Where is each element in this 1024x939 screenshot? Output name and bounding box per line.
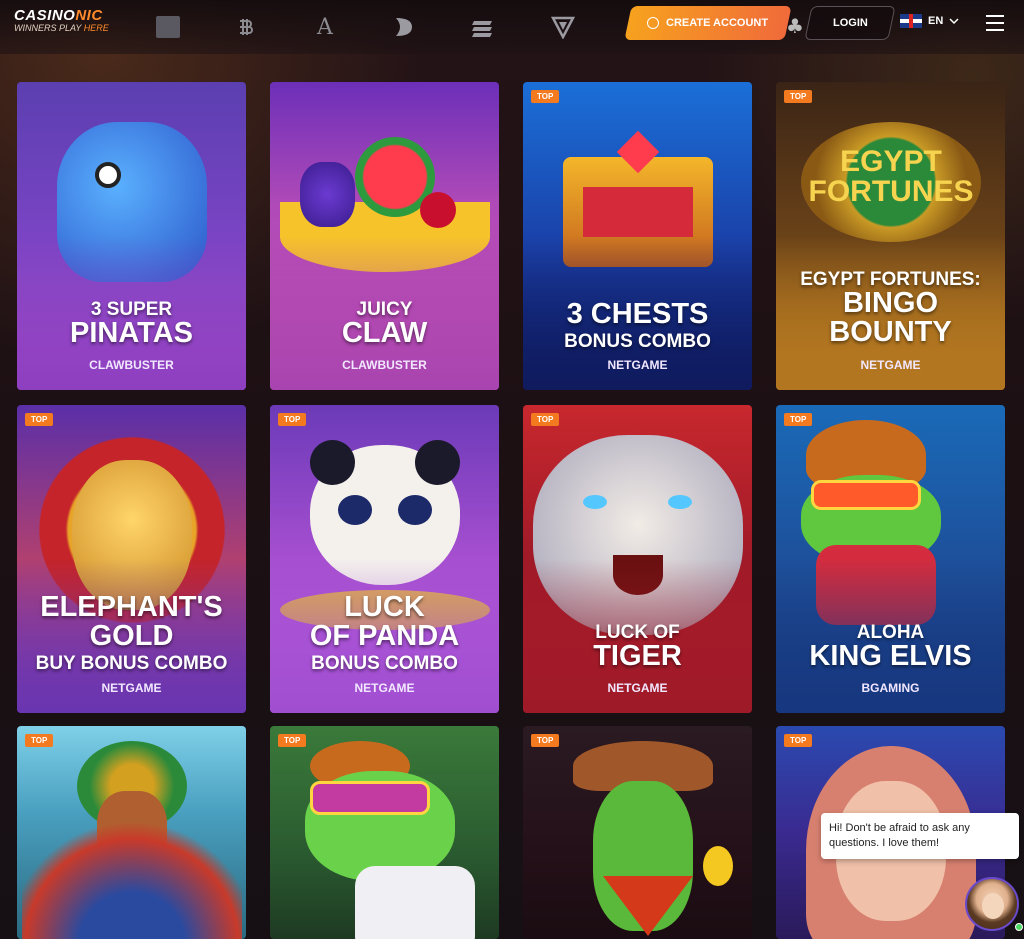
game-card[interactable]: 3 SUPER PINATAS CLAWBUSTER xyxy=(17,82,246,390)
bitcoin-icon[interactable] xyxy=(233,14,259,40)
game-title: EGYPT FORTUNES: BINGO BOUNTY xyxy=(776,270,1005,347)
game-card[interactable]: TOP 3 CHESTS BONUS COMBO NETGAME xyxy=(523,82,752,390)
game-title: ALOHA KING ELVIS xyxy=(776,623,1005,671)
game-title-line1: LUCK xyxy=(344,591,425,623)
game-provider: NETGAME xyxy=(607,681,668,695)
language-selector[interactable]: EN xyxy=(900,14,959,28)
top-badge: TOP xyxy=(531,413,560,426)
game-title-line3: BOUNTY xyxy=(829,316,952,348)
game-title-line3: BUY BONUS COMBO xyxy=(35,653,228,674)
stripes-icon[interactable] xyxy=(470,14,496,40)
top-badge: TOP xyxy=(531,734,560,747)
game-provider: CLAWBUSTER xyxy=(342,358,427,372)
top-badge: TOP xyxy=(278,734,307,747)
top-badge: TOP xyxy=(25,413,54,426)
v-shield-icon[interactable] xyxy=(550,14,576,40)
game-title-line2: GOLD xyxy=(89,620,174,652)
support-agent-avatar[interactable] xyxy=(965,877,1023,931)
game-title: 3 CHESTS BONUS COMBO xyxy=(523,298,752,352)
game-title-line1: ELEPHANT'S xyxy=(40,591,223,623)
game-card[interactable]: TOP xyxy=(523,726,752,939)
game-card[interactable]: EGYPT FORTUNES TOP EGYPT FORTUNES: BINGO BOUN… xyxy=(776,82,1005,390)
game-provider: NETGAME xyxy=(607,358,668,372)
game-card[interactable]: TOP LUCK OF PANDA BONUS COMBO NETGAME xyxy=(270,405,499,713)
top-badge: TOP xyxy=(25,734,54,747)
login-button[interactable]: LOGIN xyxy=(804,6,896,40)
game-title: LUCK OF TIGER xyxy=(523,623,752,671)
top-badge: TOP xyxy=(531,90,560,103)
chevron-down-icon xyxy=(949,18,959,25)
top-badge: TOP xyxy=(784,413,813,426)
game-title: JUICY CLAW xyxy=(270,300,499,348)
game-card[interactable]: TOP xyxy=(17,726,246,939)
user-icon xyxy=(647,17,660,29)
game-provider: NETGAME xyxy=(860,358,921,372)
game-card[interactable]: TOP xyxy=(270,726,499,939)
game-title-line2: OF PANDA xyxy=(309,620,460,652)
create-account-label: CREATE ACCOUNT xyxy=(666,17,769,29)
uk-flag-icon xyxy=(900,14,922,28)
login-label: LOGIN xyxy=(832,17,868,29)
top-badge: TOP xyxy=(278,413,307,426)
create-account-button[interactable]: CREATE ACCOUNT xyxy=(624,6,792,40)
menu-icon[interactable] xyxy=(986,15,1004,36)
game-card[interactable]: TOP LUCK OF TIGER NETGAME xyxy=(523,405,752,713)
game-title: 3 SUPER PINATAS xyxy=(17,300,246,348)
game-title-line2: KING ELVIS xyxy=(809,640,972,672)
game-provider: CLAWBUSTER xyxy=(89,358,174,372)
game-card[interactable]: TOP ALOHA KING ELVIS BGAMING xyxy=(776,405,1005,713)
chat-message-bubble[interactable]: Hi! Don't be afraid to ask any questions… xyxy=(821,813,1019,859)
game-card[interactable]: TOP ELEPHANT'S GOLD BUY BONUS COMBO NETGAME xyxy=(17,405,246,713)
game-provider: NETGAME xyxy=(354,681,415,695)
top-navigation-bar: CASINONIC WINNERS PLAY HERE A CREATE ACC… xyxy=(0,0,1024,54)
casinonic-logo[interactable]: CASINONIC WINNERS PLAY HERE xyxy=(14,7,109,33)
clover-icon: ♣ xyxy=(786,14,804,38)
chat-message-text: Hi! Don't be afraid to ask any questions… xyxy=(829,822,970,850)
game-title-line2: PINATAS xyxy=(70,317,193,349)
square-icon[interactable] xyxy=(155,14,181,40)
game-title-line1: 3 CHESTS xyxy=(566,298,709,330)
game-title-line2: CLAW xyxy=(341,317,428,349)
game-card[interactable]: JUICY CLAW CLAWBUSTER xyxy=(270,82,499,390)
top-badge: TOP xyxy=(784,90,813,103)
game-title: ELEPHANT'S GOLD BUY BONUS COMBO xyxy=(17,591,246,674)
game-provider: NETGAME xyxy=(101,681,162,695)
crescent-icon[interactable] xyxy=(391,14,417,40)
game-title-line2: TIGER xyxy=(593,640,682,672)
game-title-line2: BONUS COMBO xyxy=(564,331,711,352)
top-badge: TOP xyxy=(784,734,813,747)
game-title-line2: BINGO xyxy=(842,287,939,319)
game-provider: BGAMING xyxy=(861,681,920,695)
game-title: LUCK OF PANDA BONUS COMBO xyxy=(270,591,499,674)
language-code: EN xyxy=(928,15,944,27)
online-status-icon xyxy=(1015,923,1023,931)
game-title-line3: BONUS COMBO xyxy=(311,653,458,674)
letter-a-icon[interactable]: A xyxy=(312,14,338,40)
